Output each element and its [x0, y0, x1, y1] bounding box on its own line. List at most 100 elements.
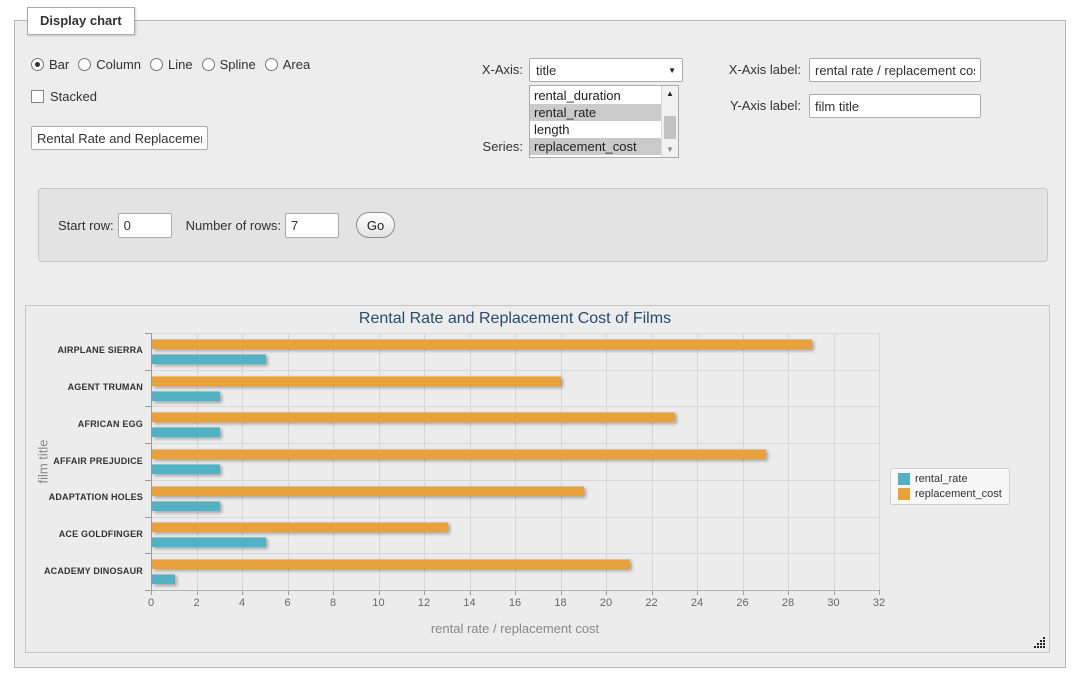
series-listbox[interactable]: rental_durationrental_ratelengthreplacem… [529, 85, 679, 158]
gridline [697, 333, 698, 590]
bar-rental_rate[interactable] [152, 574, 175, 584]
resize-handle-icon[interactable] [1034, 637, 1046, 649]
scroll-down-icon[interactable]: ▼ [662, 142, 678, 157]
gridline [788, 333, 789, 590]
x-tick-label: 28 [773, 597, 803, 609]
chart-x-axis-title: rental rate / replacement cost [151, 621, 879, 636]
series-options: rental_durationrental_ratelengthreplacem… [530, 86, 661, 157]
scroll-up-icon[interactable]: ▲ [662, 86, 678, 101]
radio-line[interactable] [150, 58, 163, 71]
radio-area[interactable] [265, 58, 278, 71]
x-tick-label: 12 [409, 597, 439, 609]
radio-bar[interactable] [31, 58, 44, 71]
gridline [151, 553, 879, 554]
gridline [834, 333, 835, 590]
row-range-panel: Start row: Number of rows: Go [38, 188, 1048, 262]
series-option-rental_rate[interactable]: rental_rate [530, 104, 661, 121]
go-button[interactable]: Go [356, 212, 395, 238]
bar-replacement_cost[interactable] [152, 486, 584, 496]
x-axis-select-label: X-Axis: [435, 62, 523, 77]
gridline [151, 517, 879, 518]
legend-item-rental_rate[interactable]: rental_rate [898, 473, 1002, 485]
radio-label: Bar [49, 57, 69, 72]
bar-replacement_cost[interactable] [152, 559, 630, 569]
y-axis-label-label: Y-Axis label: [701, 98, 801, 113]
gridline [652, 333, 653, 590]
display-chart-fieldset: BarColumnLineSplineArea Stacked X-Axis: … [14, 20, 1066, 668]
gridline [288, 333, 289, 590]
x-axis-label-input[interactable] [809, 58, 981, 82]
radio-label: Spline [220, 57, 256, 72]
chart-title: Rental Rate and Replacement Cost of Film… [151, 310, 879, 328]
x-tick-label: 26 [728, 597, 758, 609]
stacked-checkbox-row: Stacked [31, 89, 97, 104]
gridline [470, 333, 471, 590]
x-tick-label: 24 [682, 597, 712, 609]
radio-label: Line [168, 57, 193, 72]
chart-type-column: Column [78, 57, 141, 72]
bar-rental_rate[interactable] [152, 391, 220, 401]
x-tick-label: 2 [182, 597, 212, 609]
gridline [515, 333, 516, 590]
category-label: AFFAIR PREJUDICE [26, 456, 143, 466]
x-tick-label: 30 [819, 597, 849, 609]
y-axis-line [151, 333, 152, 590]
bar-rental_rate[interactable] [152, 537, 266, 547]
bar-replacement_cost[interactable] [152, 449, 766, 459]
listbox-scrollbar[interactable]: ▲ ▼ [661, 86, 678, 157]
gridline [606, 333, 607, 590]
x-axis-label-label: X-Axis label: [701, 62, 801, 77]
y-axis-label-input[interactable] [809, 94, 981, 118]
x-tick-label: 16 [500, 597, 530, 609]
gridline [242, 333, 243, 590]
series-option-replacement_cost[interactable]: replacement_cost [530, 138, 661, 155]
x-tick-label: 32 [864, 597, 894, 609]
chart-title-input[interactable] [31, 126, 208, 150]
bar-rental_rate[interactable] [152, 464, 220, 474]
chart-type-line: Line [150, 57, 193, 72]
category-label: AIRPLANE SIERRA [26, 345, 143, 355]
category-label: ACADEMY DINOSAUR [26, 566, 143, 576]
series-select-label: Series: [435, 139, 523, 154]
stacked-checkbox[interactable] [31, 90, 44, 103]
gridline [151, 480, 879, 481]
bar-replacement_cost[interactable] [152, 522, 448, 532]
x-tick-label: 4 [227, 597, 257, 609]
x-tick-label: 14 [455, 597, 485, 609]
axis-tick [879, 590, 880, 595]
gridline [151, 370, 879, 371]
bar-replacement_cost[interactable] [152, 339, 812, 349]
bar-rental_rate[interactable] [152, 354, 266, 364]
number-of-rows-label: Number of rows: [186, 218, 281, 233]
stacked-label: Stacked [50, 89, 97, 104]
x-tick-label: 8 [318, 597, 348, 609]
radio-spline[interactable] [202, 58, 215, 71]
bar-replacement_cost[interactable] [152, 376, 561, 386]
chart-legend: rental_rate replacement_cost [890, 468, 1010, 505]
chevron-down-icon: ▼ [668, 66, 676, 75]
gridline [151, 406, 879, 407]
legend-swatch-icon [898, 473, 910, 485]
bar-rental_rate[interactable] [152, 427, 220, 437]
x-axis-select[interactable]: title ▼ [529, 58, 683, 82]
legend-item-replacement_cost[interactable]: replacement_cost [898, 488, 1002, 500]
start-row-label: Start row: [58, 218, 114, 233]
bar-replacement_cost[interactable] [152, 412, 675, 422]
x-tick-label: 0 [136, 597, 166, 609]
gridline [151, 333, 879, 334]
x-tick-label: 6 [273, 597, 303, 609]
legend-swatch-icon [898, 488, 910, 500]
radio-column[interactable] [78, 58, 91, 71]
x-axis-selected-value: title [536, 63, 556, 78]
start-row-input[interactable] [118, 213, 172, 238]
number-of-rows-input[interactable] [285, 213, 339, 238]
gridline [743, 333, 744, 590]
x-tick-label: 10 [364, 597, 394, 609]
series-option-length[interactable]: length [530, 121, 661, 138]
series-option-rental_duration[interactable]: rental_duration [530, 87, 661, 104]
x-tick-label: 22 [637, 597, 667, 609]
legend-label: rental_rate [915, 473, 968, 485]
bar-rental_rate[interactable] [152, 501, 220, 511]
scrollbar-thumb[interactable] [664, 116, 676, 139]
category-label: AGENT TRUMAN [26, 382, 143, 392]
